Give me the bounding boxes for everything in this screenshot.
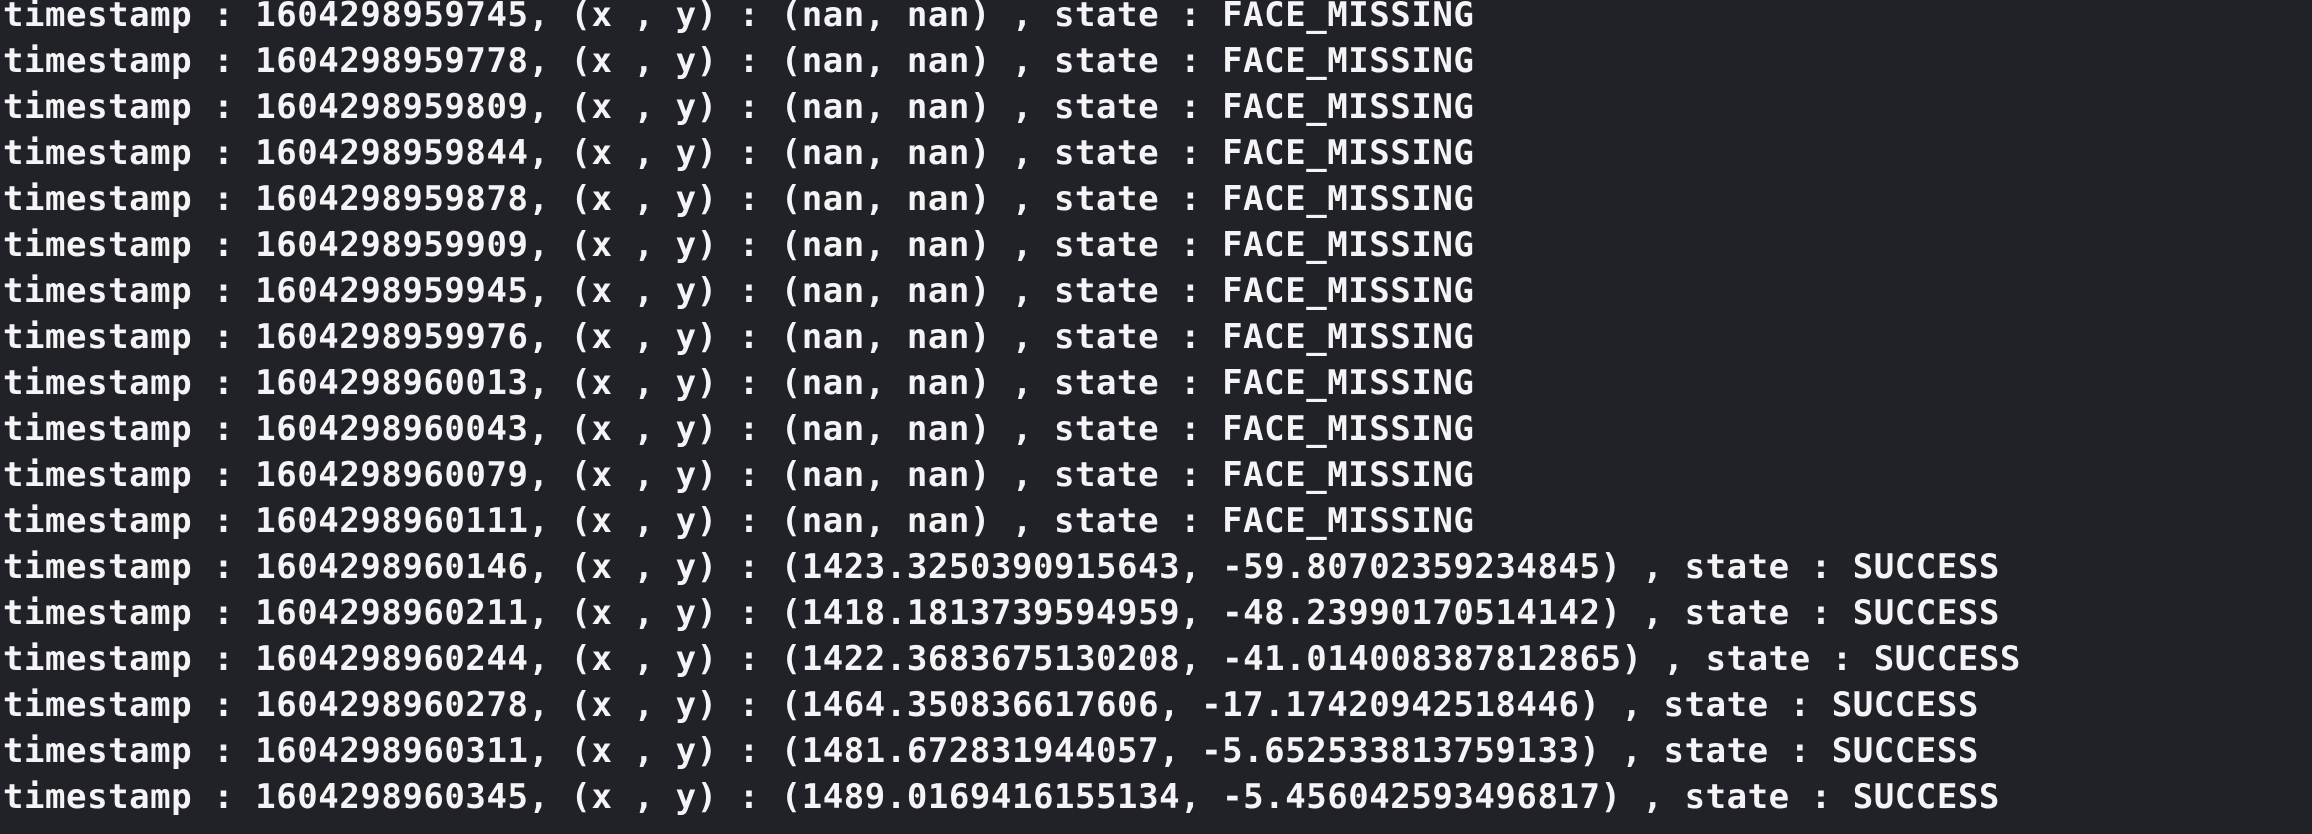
log-line: timestamp : 1604298959976, (x , y) : (na…: [3, 317, 1475, 357]
log-line: timestamp : 1604298960146, (x , y) : (14…: [3, 547, 2000, 587]
log-line: timestamp : 1604298960043, (x , y) : (na…: [3, 409, 1475, 449]
log-line: timestamp : 1604298960079, (x , y) : (na…: [3, 455, 1475, 495]
log-line: timestamp : 1604298959878, (x , y) : (na…: [3, 179, 1475, 219]
log-line: timestamp : 1604298960244, (x , y) : (14…: [3, 639, 2021, 679]
log-line: timestamp : 1604298960211, (x , y) : (14…: [3, 593, 2000, 633]
log-line: timestamp : 1604298960311, (x , y) : (14…: [3, 731, 1979, 771]
log-line: timestamp : 1604298959778, (x , y) : (na…: [3, 41, 1475, 81]
log-line: timestamp : 1604298960278, (x , y) : (14…: [3, 685, 1979, 725]
log-line: timestamp : 1604298959844, (x , y) : (na…: [3, 133, 1475, 173]
log-line: timestamp : 1604298959809, (x , y) : (na…: [3, 87, 1475, 127]
log-line: timestamp : 1604298960111, (x , y) : (na…: [3, 501, 1475, 541]
log-line: timestamp : 1604298959909, (x , y) : (na…: [3, 225, 1475, 265]
log-output: timestamp : 1604298959745, (x , y) : (na…: [3, 0, 2021, 820]
log-line: timestamp : 1604298959745, (x , y) : (na…: [3, 0, 1475, 35]
log-line: timestamp : 1604298960345, (x , y) : (14…: [3, 777, 2000, 817]
terminal-console[interactable]: timestamp : 1604298959745, (x , y) : (na…: [0, 0, 2312, 834]
log-line: timestamp : 1604298960013, (x , y) : (na…: [3, 363, 1475, 403]
log-line: timestamp : 1604298959945, (x , y) : (na…: [3, 271, 1475, 311]
